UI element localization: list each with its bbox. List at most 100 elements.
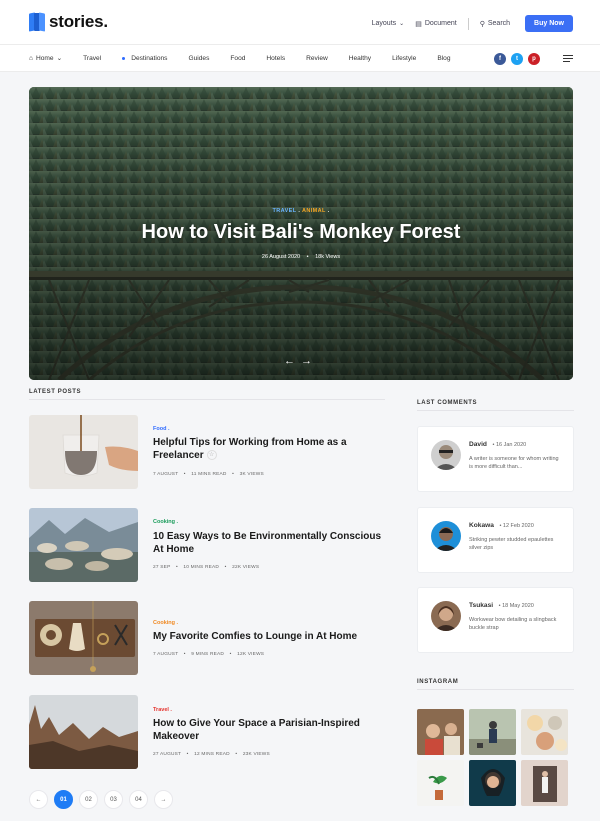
- buy-now-button[interactable]: Buy Now: [525, 15, 573, 32]
- post-category[interactable]: Cooking: [153, 519, 175, 525]
- comment-author[interactable]: David: [469, 441, 487, 448]
- arrow-right-icon[interactable]: →: [301, 355, 318, 367]
- comment-text[interactable]: Workwear bow detailing a slingback buckl…: [469, 616, 564, 632]
- comment-text[interactable]: Striking pewter studded epaulettes silve…: [469, 536, 564, 552]
- nav-label: Hotels: [266, 54, 286, 62]
- page-button-1[interactable]: 01: [54, 790, 73, 809]
- last-comments-title: LAST COMMENTS: [417, 400, 478, 406]
- nav-item-review[interactable]: Review: [306, 54, 328, 62]
- comment-card[interactable]: Tsukasi • 18 May 2020 Workwear bow detai…: [417, 587, 574, 653]
- star-icon[interactable]: ☆: [206, 449, 217, 460]
- nav-item-home[interactable]: ⌂ Home ⌄: [29, 54, 63, 63]
- avatar[interactable]: [431, 521, 461, 551]
- hero-views: 18k Views: [315, 254, 341, 260]
- nav-item-blog[interactable]: Blog: [437, 54, 450, 62]
- prev-page-button[interactable]: ←: [29, 790, 48, 809]
- post-views: 22K VIEWS: [232, 565, 260, 570]
- page-button-4[interactable]: 04: [129, 790, 148, 809]
- divider: [29, 399, 385, 400]
- instagram-photo[interactable]: [417, 760, 464, 806]
- instagram-photo[interactable]: [521, 760, 568, 806]
- nav-item-destinations[interactable]: Destinations: [122, 54, 167, 62]
- chevron-down-icon: ⌄: [399, 21, 405, 27]
- nav-label: Destinations: [131, 54, 168, 62]
- logo-text: stories.: [49, 12, 108, 31]
- facebook-icon[interactable]: f: [494, 53, 506, 65]
- post-category[interactable]: Travel: [153, 707, 169, 713]
- instagram-grid: [417, 709, 570, 806]
- logo[interactable]: stories.: [29, 12, 108, 32]
- instagram-photo[interactable]: [469, 760, 516, 806]
- layouts-menu[interactable]: Layouts ⌄: [372, 20, 405, 27]
- post-read-time: 12 MINS READ: [194, 752, 230, 757]
- page-button-3[interactable]: 03: [104, 790, 123, 809]
- post-title[interactable]: Helpful Tips for Working from Home as a …: [153, 437, 389, 462]
- latest-posts-title: LATEST POSTS: [29, 389, 82, 395]
- nav-item-food[interactable]: Food: [230, 54, 245, 62]
- nav-item-healthy[interactable]: Healthy: [349, 54, 371, 62]
- document-link[interactable]: ▤ Document: [415, 20, 457, 28]
- comment-date: 12 Feb 2020: [502, 523, 534, 529]
- arrow-left-icon[interactable]: ←: [284, 355, 301, 367]
- logo-icon: [29, 12, 45, 32]
- comment-text[interactable]: A writer is someone for whom writing is …: [469, 455, 564, 471]
- layouts-label: Layouts: [371, 20, 397, 27]
- post-item[interactable]: Cooking . My Favorite Comfies to Lounge …: [29, 601, 389, 675]
- hero-slider[interactable]: TRAVEL . ANIMAL . How to Visit Bali's Mo…: [29, 87, 573, 380]
- hero-date: 26 August 2020: [261, 254, 301, 260]
- instagram-photo[interactable]: [417, 709, 464, 755]
- instagram-photo[interactable]: [469, 709, 516, 755]
- post-thumbnail[interactable]: [29, 508, 138, 582]
- post-thumbnail[interactable]: [29, 601, 138, 675]
- post-item[interactable]: Food . Helpful Tips for Working from Hom…: [29, 415, 389, 489]
- nav-label: Travel: [83, 54, 102, 62]
- nav-item-guides[interactable]: Guides: [188, 54, 209, 62]
- nav-item-lifestyle[interactable]: Lifestyle: [392, 54, 416, 62]
- comment-author[interactable]: Kokawa: [469, 522, 494, 529]
- post-title[interactable]: My Favorite Comfies to Lounge in At Home: [153, 631, 389, 644]
- avatar[interactable]: [431, 440, 461, 470]
- menu-icon[interactable]: [563, 55, 573, 64]
- divider: [467, 17, 469, 30]
- post-date: 7 AUGUST: [153, 652, 179, 657]
- search-button[interactable]: ⚲ Search: [480, 20, 510, 28]
- post-item[interactable]: Cooking . 10 Easy Ways to Be Environment…: [29, 508, 389, 582]
- twitter-icon[interactable]: t: [511, 53, 523, 65]
- instagram-photo[interactable]: [521, 709, 568, 755]
- post-category[interactable]: Cooking: [153, 620, 175, 626]
- home-icon: ⌂: [29, 54, 33, 62]
- post-item[interactable]: Travel . How to Give Your Space a Parisi…: [29, 695, 389, 769]
- site-header: stories. Layouts ⌄ ▤ Document ⚲ Search B…: [0, 0, 600, 45]
- slider-arrows[interactable]: ←→: [29, 355, 573, 367]
- post-title[interactable]: 10 Easy Ways to Be Environmentally Consc…: [153, 531, 389, 556]
- page-button-2[interactable]: 02: [79, 790, 98, 809]
- pinterest-icon[interactable]: p: [528, 53, 540, 65]
- post-date: 27 SEP: [153, 565, 171, 570]
- comment-card[interactable]: David • 16 Jan 2020 A writer is someone …: [417, 426, 574, 492]
- post-views: 12K VIEWS: [237, 652, 265, 657]
- hero-category-travel[interactable]: TRAVEL: [272, 208, 296, 214]
- hero-title[interactable]: How to Visit Bali's Monkey Forest: [29, 221, 573, 244]
- post-thumbnail[interactable]: [29, 415, 138, 489]
- chevron-down-icon: ⌄: [56, 55, 63, 62]
- post-read-time: 11 MINS READ: [191, 472, 227, 477]
- document-icon: ▤: [415, 20, 422, 28]
- next-page-button[interactable]: →: [154, 790, 173, 809]
- search-label: Search: [487, 20, 511, 27]
- comment-author[interactable]: Tsukasi: [469, 602, 493, 609]
- nav-item-travel[interactable]: Travel: [83, 54, 101, 62]
- nav-item-hotels[interactable]: Hotels: [266, 54, 285, 62]
- active-dot-icon: [122, 56, 126, 60]
- post-read-time: 10 MINS READ: [183, 565, 220, 570]
- comment-date: 16 Jan 2020: [495, 442, 527, 448]
- post-thumbnail[interactable]: [29, 695, 138, 769]
- post-title[interactable]: How to Give Your Space a Parisian-Inspir…: [153, 718, 389, 743]
- post-category[interactable]: Food: [153, 426, 166, 432]
- post-date: 27 AUGUST: [153, 752, 182, 757]
- post-date: 7 AUGUST: [153, 472, 179, 477]
- hero-category-animal[interactable]: ANIMAL: [302, 208, 326, 214]
- comment-card[interactable]: Kokawa • 12 Feb 2020 Striking pewter stu…: [417, 507, 574, 573]
- instagram-title: INSTAGRAM: [417, 679, 459, 685]
- avatar[interactable]: [431, 601, 461, 631]
- nav-label: Guides: [188, 54, 210, 62]
